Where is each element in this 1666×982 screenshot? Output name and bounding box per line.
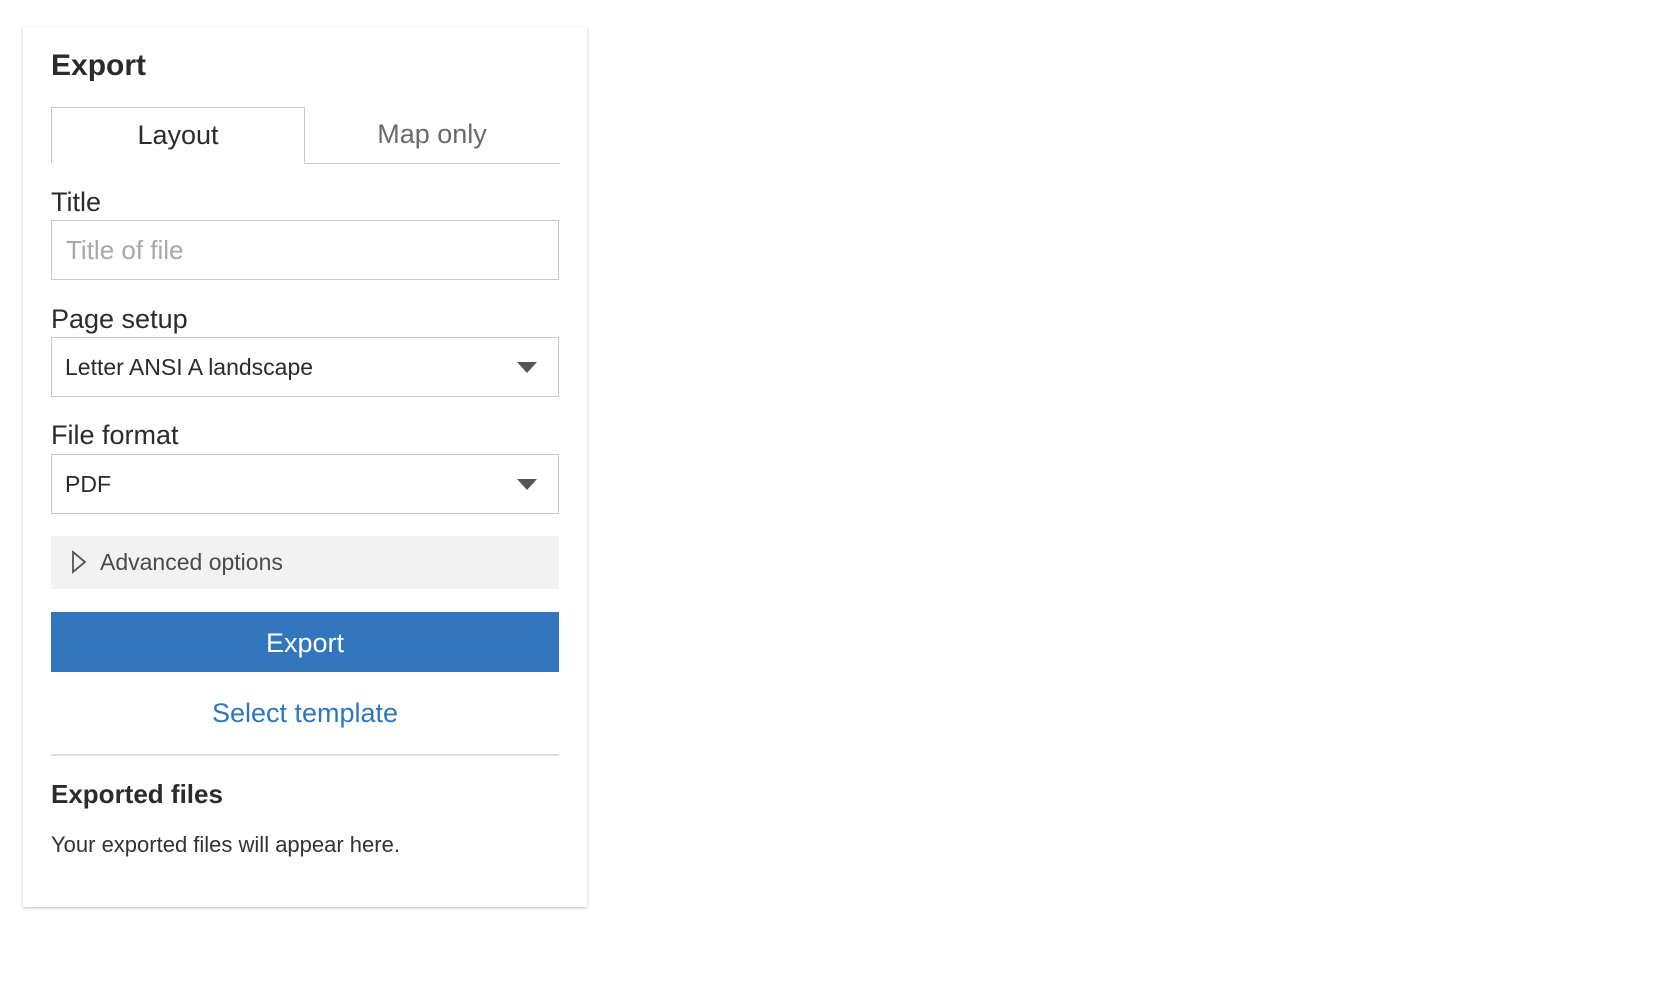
tab-layout[interactable]: Layout — [51, 107, 305, 164]
exported-files-empty-message: Your exported files will appear here. — [51, 832, 400, 857]
page-setup-value: Letter ANSI A landscape — [65, 354, 314, 380]
file-format-value: PDF — [65, 471, 111, 497]
file-format-label: File format — [51, 420, 179, 450]
page-setup-select[interactable]: Letter ANSI A landscape — [51, 337, 559, 397]
divider — [51, 754, 559, 756]
caret-down-icon — [517, 479, 537, 490]
title-label: Title — [51, 187, 102, 217]
export-tabs: Layout Map only — [51, 107, 559, 164]
title-input[interactable] — [51, 220, 559, 280]
chevron-right-outline-icon — [72, 550, 87, 574]
export-button[interactable]: Export — [51, 612, 559, 672]
exported-files-title: Exported files — [51, 779, 223, 809]
tab-map-only[interactable]: Map only — [305, 107, 559, 162]
file-format-select[interactable]: PDF — [51, 454, 559, 514]
panel-title: Export — [51, 49, 147, 82]
select-template-link[interactable]: Select template — [51, 694, 559, 732]
advanced-options-toggle[interactable]: Advanced options — [51, 536, 559, 589]
advanced-options-label: Advanced options — [100, 549, 283, 575]
caret-down-icon — [517, 362, 537, 373]
page-setup-label: Page setup — [51, 304, 188, 334]
export-panel: Export Layout Map only Title Page setup … — [23, 27, 587, 907]
